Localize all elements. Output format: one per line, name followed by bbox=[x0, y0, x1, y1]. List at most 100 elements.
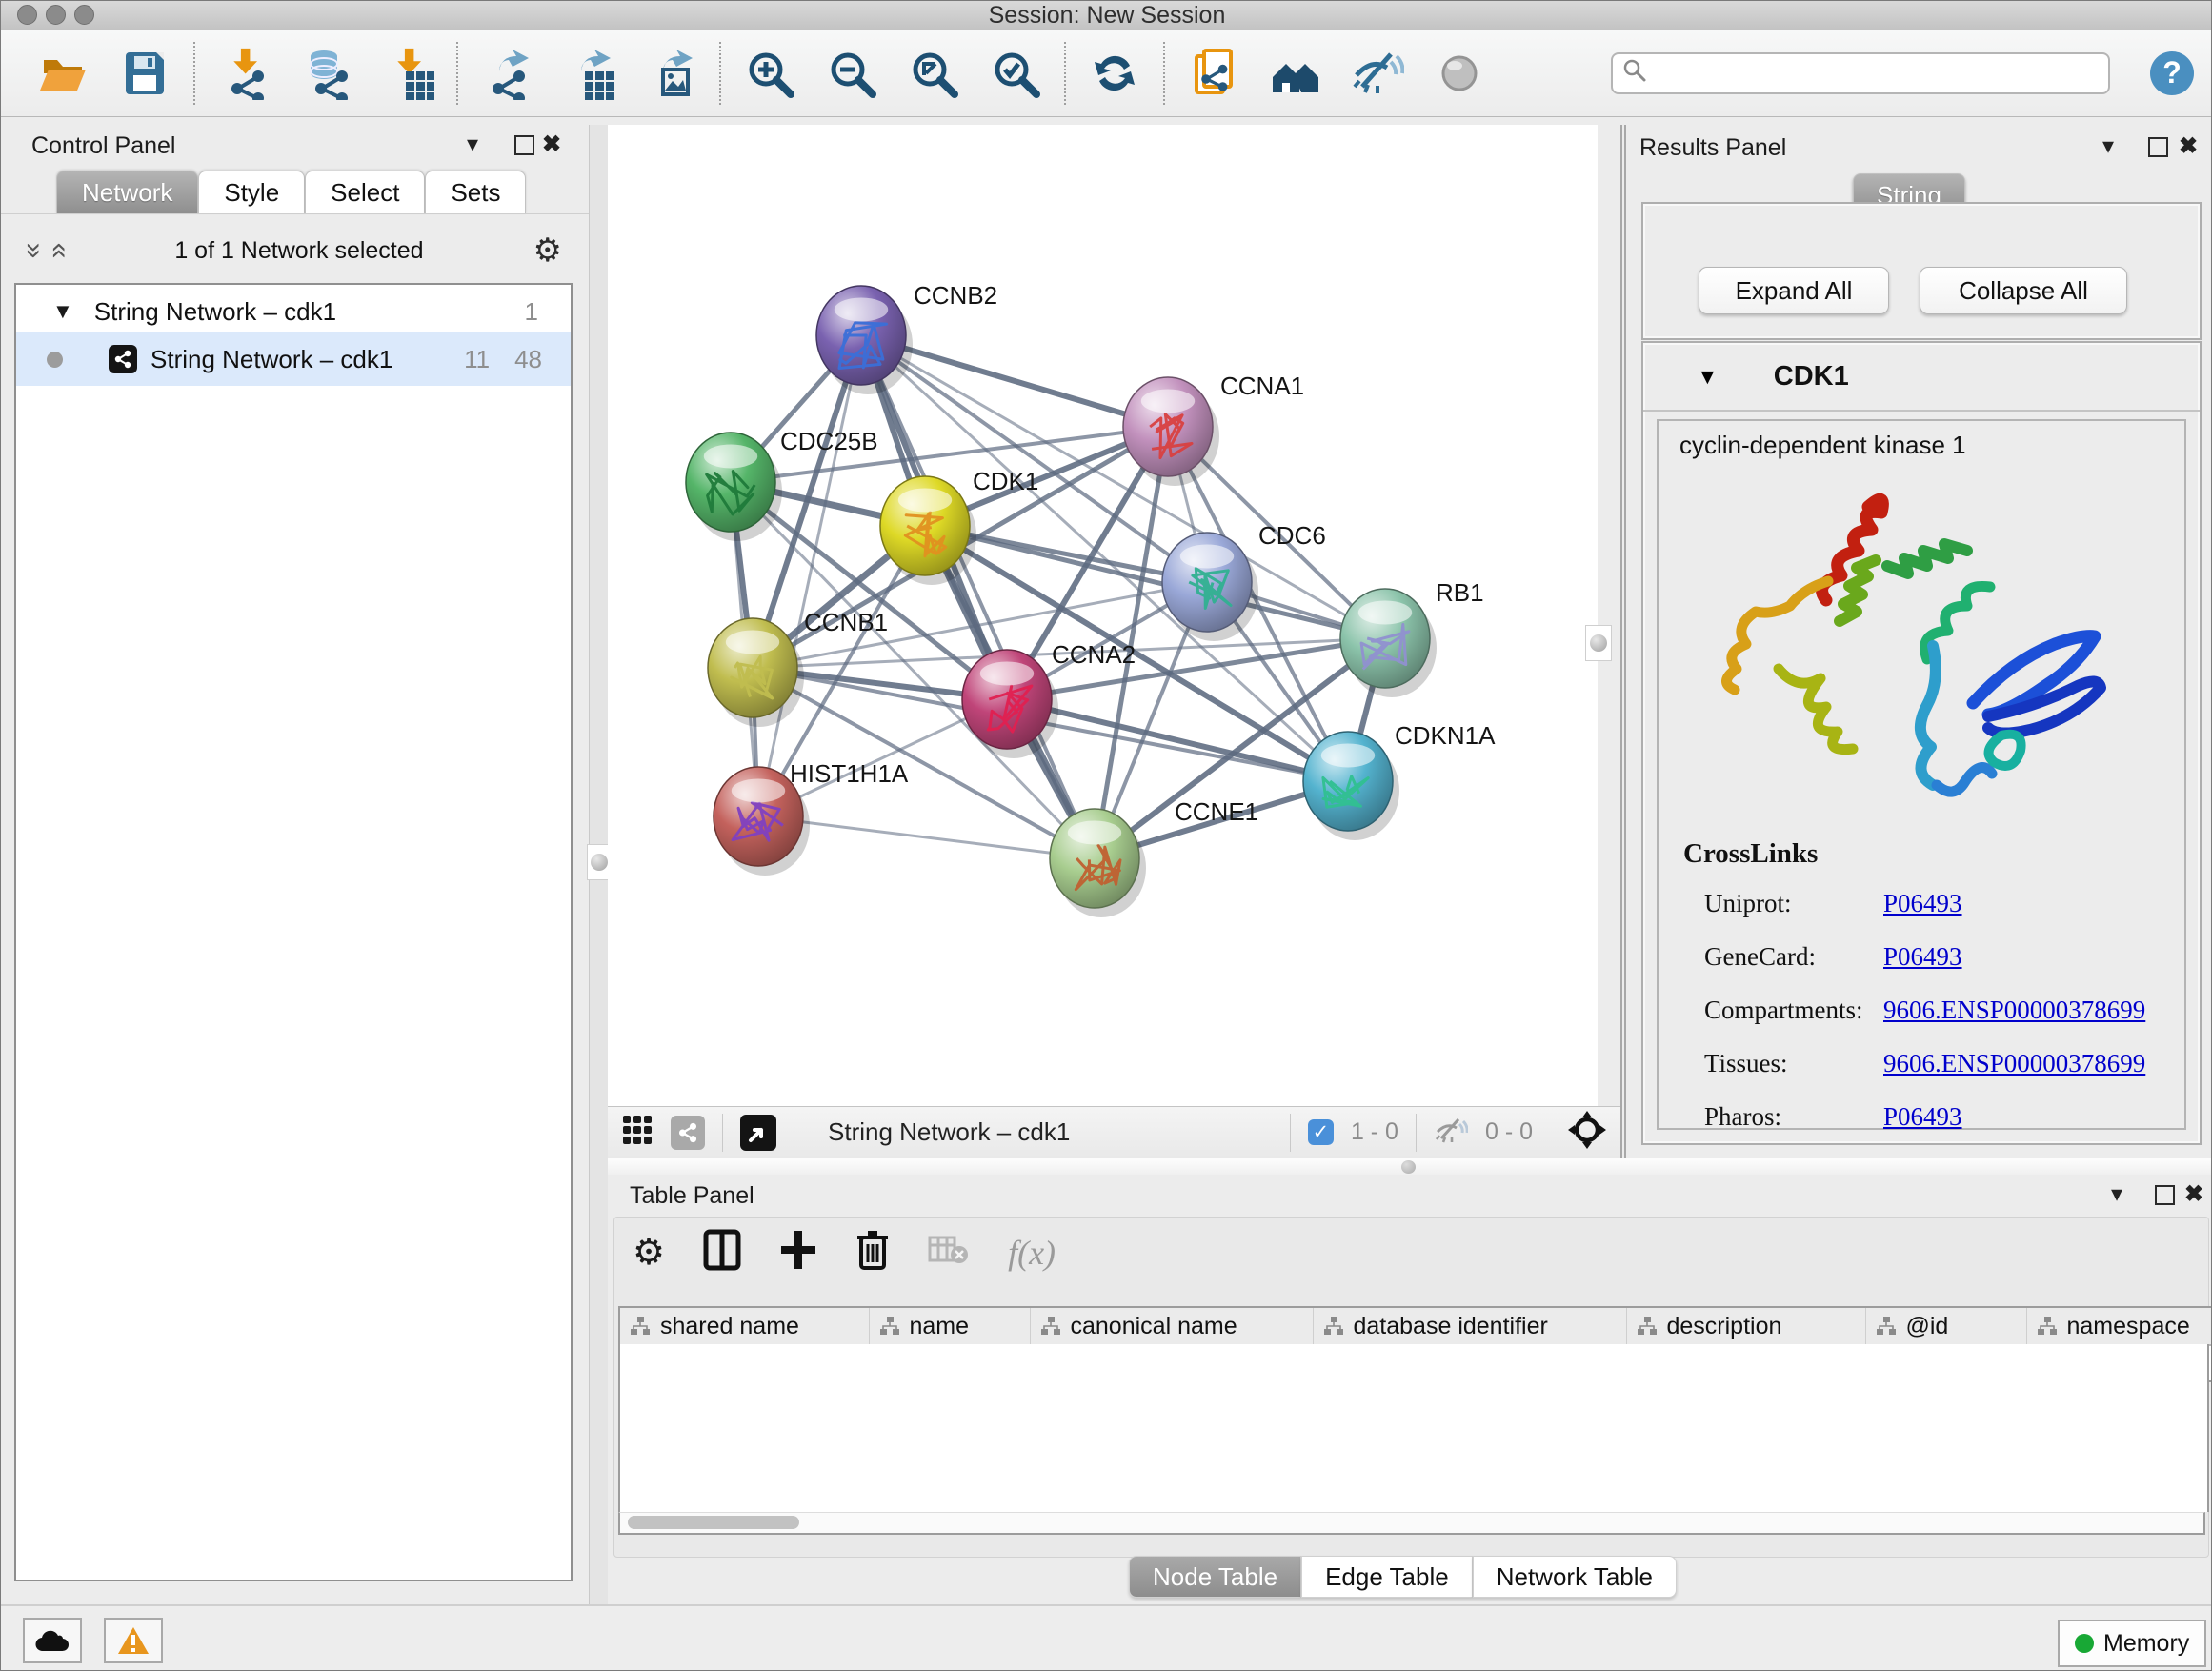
table-hscrollbar-thumb[interactable] bbox=[628, 1516, 799, 1529]
export-network-icon[interactable] bbox=[479, 46, 534, 101]
collapse-all-button[interactable]: Collapse All bbox=[1920, 267, 2127, 314]
control-panel-close-icon[interactable]: ✖ bbox=[542, 131, 561, 158]
tab-style[interactable]: Style bbox=[198, 171, 305, 214]
import-database-icon[interactable] bbox=[298, 46, 353, 101]
export-image-icon[interactable] bbox=[643, 46, 698, 101]
crosslink-link[interactable]: P06493 bbox=[1883, 1102, 1962, 1132]
column-header-database-identifier[interactable]: database identifier bbox=[1313, 1307, 1626, 1345]
crosslink-link[interactable]: 9606.ENSP00000378699 bbox=[1883, 996, 2145, 1025]
column-header-description[interactable]: description bbox=[1626, 1307, 1865, 1345]
export-table-icon[interactable] bbox=[561, 46, 616, 101]
cloud-button[interactable] bbox=[23, 1618, 82, 1663]
show-columns-icon[interactable] bbox=[703, 1229, 741, 1276]
crosslink-link[interactable]: 9606.ENSP00000378699 bbox=[1883, 1049, 2145, 1078]
table-panel-maximize-icon[interactable] bbox=[2155, 1185, 2175, 1205]
memory-label: Memory bbox=[2103, 1630, 2189, 1658]
gene-expander-icon[interactable]: ▼ bbox=[1697, 364, 1719, 390]
fit-content-crosshair-icon[interactable] bbox=[1567, 1110, 1607, 1155]
column-header-canonical-name[interactable]: canonical name bbox=[1030, 1307, 1313, 1345]
node-label-CDC6: CDC6 bbox=[1258, 521, 1326, 550]
node-label-HIST1H1A: HIST1H1A bbox=[790, 759, 909, 788]
warning-button[interactable] bbox=[104, 1618, 163, 1663]
selected-count-checkbox-icon[interactable]: ✓ bbox=[1308, 1119, 1334, 1145]
table-settings-gear-icon[interactable]: ⚙ bbox=[633, 1231, 665, 1274]
application-window: Session: New Session ? Control Panel ▾ ✖… bbox=[0, 0, 2212, 1671]
title-bar: Session: New Session bbox=[1, 1, 2212, 30]
toggle-view-icon[interactable] bbox=[1432, 46, 1487, 101]
tab-network[interactable]: Network bbox=[56, 171, 198, 214]
results-gene-box: ▼ CDK1 cyclin-dependent kinase 1 bbox=[1641, 341, 2202, 1145]
zoom-out-icon[interactable] bbox=[824, 46, 879, 101]
column-header--id[interactable]: @id bbox=[1865, 1307, 2026, 1345]
network-options-gear-icon[interactable]: ⚙ bbox=[533, 232, 562, 270]
table-hscrollbar[interactable] bbox=[618, 1512, 2205, 1535]
string-view-icon[interactable] bbox=[671, 1116, 705, 1150]
help-button[interactable]: ? bbox=[2150, 51, 2194, 95]
birdseye-view-icon[interactable] bbox=[740, 1115, 776, 1151]
expand-all-button[interactable]: Expand All bbox=[1699, 267, 1889, 314]
network-tree: ▼ String Network – cdk1 1 String Network… bbox=[14, 283, 573, 1581]
network-tree-root-row[interactable]: ▼ String Network – cdk1 1 bbox=[16, 291, 571, 332]
import-network-icon[interactable] bbox=[216, 46, 271, 101]
grid-view-icon[interactable] bbox=[621, 1114, 654, 1151]
node-CCNB2[interactable] bbox=[816, 286, 913, 394]
crosslink-link[interactable]: P06493 bbox=[1883, 889, 1962, 918]
search-box[interactable] bbox=[1611, 52, 2110, 94]
network-node-count: 11 bbox=[464, 345, 490, 374]
string-import-icon[interactable] bbox=[1186, 46, 1241, 101]
node-CCNA1[interactable] bbox=[1123, 377, 1219, 486]
tab-sets[interactable]: Sets bbox=[425, 171, 526, 214]
expand-all-networks-icon[interactable]: » bbox=[41, 243, 73, 259]
results-panel-close-icon[interactable]: ✖ bbox=[2179, 132, 2198, 160]
edge-CCNB2-HIST1H1A[interactable] bbox=[758, 335, 861, 816]
open-session-icon[interactable] bbox=[35, 46, 90, 101]
node-CDK1[interactable] bbox=[880, 476, 976, 585]
tab-network-table[interactable]: Network Table bbox=[1473, 1556, 1677, 1598]
column-header-shared-name[interactable]: shared name bbox=[619, 1307, 869, 1345]
import-table-icon[interactable] bbox=[380, 46, 435, 101]
table-panel-float-icon[interactable]: ▾ bbox=[2111, 1180, 2122, 1208]
crosslink-link[interactable]: P06493 bbox=[1883, 942, 1962, 972]
network-item-label: String Network – cdk1 bbox=[151, 345, 392, 374]
node-CDC25B[interactable] bbox=[686, 433, 782, 541]
hidden-eye-icon[interactable] bbox=[1434, 1116, 1468, 1149]
control-panel-float-icon[interactable]: ▾ bbox=[467, 131, 478, 158]
node-label-CCNA1: CCNA1 bbox=[1220, 372, 1304, 400]
table-splitter-handle[interactable] bbox=[1401, 1160, 1416, 1174]
main-toolbar: ? bbox=[1, 30, 2212, 117]
network-tree-selected-row[interactable]: String Network – cdk1 11 48 bbox=[16, 332, 571, 386]
network-canvas[interactable]: CCNB2CCNA1CDC25BCDK1CDC6RB1CCNB1CCNA2CDK… bbox=[608, 125, 1598, 1106]
right-splitter-handle[interactable] bbox=[1585, 625, 1612, 661]
delete-column-icon[interactable] bbox=[855, 1228, 890, 1277]
save-session-icon[interactable] bbox=[117, 46, 172, 101]
home-icon[interactable] bbox=[1268, 46, 1323, 101]
column-header-namespace[interactable]: namespace bbox=[2026, 1307, 2212, 1345]
node-label-CCNB2: CCNB2 bbox=[914, 281, 997, 310]
tab-edge-table[interactable]: Edge Table bbox=[1301, 1556, 1473, 1598]
table-tabs: Node TableEdge TableNetwork Table bbox=[1129, 1556, 1677, 1598]
tree-expander-icon[interactable]: ▼ bbox=[52, 299, 73, 324]
results-panel-maximize-icon[interactable] bbox=[2148, 137, 2168, 157]
network-status-dot-icon bbox=[47, 352, 63, 368]
table-panel-close-icon[interactable]: ✖ bbox=[2184, 1180, 2203, 1208]
control-panel-maximize-icon[interactable] bbox=[514, 135, 534, 155]
search-input[interactable] bbox=[1655, 59, 2099, 88]
results-buttons-box: Expand All Collapse All bbox=[1641, 202, 2202, 340]
node-CCNE1[interactable] bbox=[1050, 809, 1146, 917]
memory-button[interactable]: Memory bbox=[2058, 1620, 2206, 1667]
hide-unhide-icon[interactable] bbox=[1350, 46, 1405, 101]
node-RB1[interactable] bbox=[1340, 589, 1437, 697]
node-CDKN1A[interactable] bbox=[1303, 732, 1399, 840]
refresh-icon[interactable] bbox=[1087, 46, 1142, 101]
results-panel-float-icon[interactable]: ▾ bbox=[2102, 132, 2114, 160]
zoom-in-icon[interactable] bbox=[742, 46, 797, 101]
column-header-name[interactable]: name bbox=[869, 1307, 1030, 1345]
zoom-selected-icon[interactable] bbox=[988, 46, 1043, 101]
tab-select[interactable]: Select bbox=[305, 171, 425, 214]
table-panel: Table Panel ▾ ✖ ⚙ f(x) shared namenameca… bbox=[608, 1175, 2212, 1604]
gene-header-row[interactable]: ▼ CDK1 bbox=[1643, 343, 2200, 412]
zoom-fit-icon[interactable] bbox=[906, 46, 961, 101]
add-column-icon[interactable] bbox=[779, 1229, 817, 1276]
node-CCNA2[interactable] bbox=[962, 650, 1058, 758]
tab-node-table[interactable]: Node Table bbox=[1129, 1556, 1301, 1598]
